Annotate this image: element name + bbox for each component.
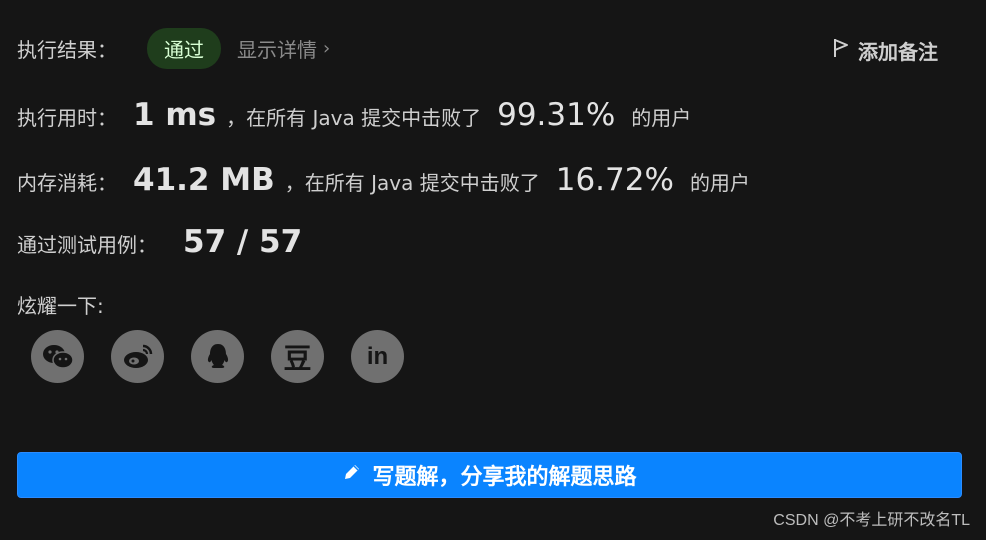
memory-row: 内存消耗： 41.2 MB ，在所有 Java 提交中击败了 16.72% 的用… xyxy=(17,162,750,198)
flag-icon xyxy=(832,37,850,64)
wechat-icon[interactable] xyxy=(31,330,84,383)
linkedin-glyph: in xyxy=(366,342,389,370)
runtime-label: 执行用时： xyxy=(17,106,117,130)
qq-icon[interactable] xyxy=(191,330,244,383)
tests-value: 57 / 57 xyxy=(183,224,303,260)
runtime-suffix: 的用户 xyxy=(631,106,692,130)
share-icons: 豆 in xyxy=(31,330,404,383)
tests-row: 通过测试用例： 57 / 57 xyxy=(17,224,302,260)
memory-percent: 16.72% xyxy=(555,162,674,198)
share-row: 炫耀一下: xyxy=(17,290,104,319)
pencil-icon xyxy=(342,462,362,488)
douban-glyph: 豆 xyxy=(283,341,312,375)
memory-suffix: 的用户 xyxy=(689,171,750,195)
status-badge: 通过 xyxy=(147,28,221,69)
runtime-value: 1 ms xyxy=(133,97,217,133)
runtime-percent: 99.31% xyxy=(497,97,616,133)
result-row: 执行结果： 通过 显示详情 › xyxy=(17,28,330,69)
linkedin-icon[interactable]: in xyxy=(351,330,404,383)
watermark: CSDN @不考上研不改名TL xyxy=(773,512,970,529)
chevron-right-icon: › xyxy=(323,38,331,59)
memory-label: 内存消耗： xyxy=(17,171,117,195)
memory-value: 41.2 MB xyxy=(133,162,275,198)
runtime-row: 执行用时： 1 ms ，在所有 Java 提交中击败了 99.31% 的用户 xyxy=(17,97,691,133)
write-solution-label: 写题解，分享我的解题思路 xyxy=(372,465,637,490)
show-details-label: 显示详情 xyxy=(237,38,317,62)
douban-icon[interactable]: 豆 xyxy=(271,330,324,383)
runtime-text: ，在所有 Java 提交中击败了 xyxy=(226,106,482,130)
result-label: 执行结果： xyxy=(17,38,117,62)
tests-label: 通过测试用例： xyxy=(17,233,157,257)
weibo-icon[interactable] xyxy=(111,330,164,383)
show-details-link[interactable]: 显示详情 › xyxy=(237,34,330,63)
add-note-button[interactable]: 添加备注 xyxy=(832,36,938,65)
add-note-label: 添加备注 xyxy=(858,40,938,64)
share-label: 炫耀一下: xyxy=(17,294,104,318)
write-solution-button[interactable]: 写题解，分享我的解题思路 xyxy=(17,452,962,498)
memory-text: ，在所有 Java 提交中击败了 xyxy=(284,171,540,195)
